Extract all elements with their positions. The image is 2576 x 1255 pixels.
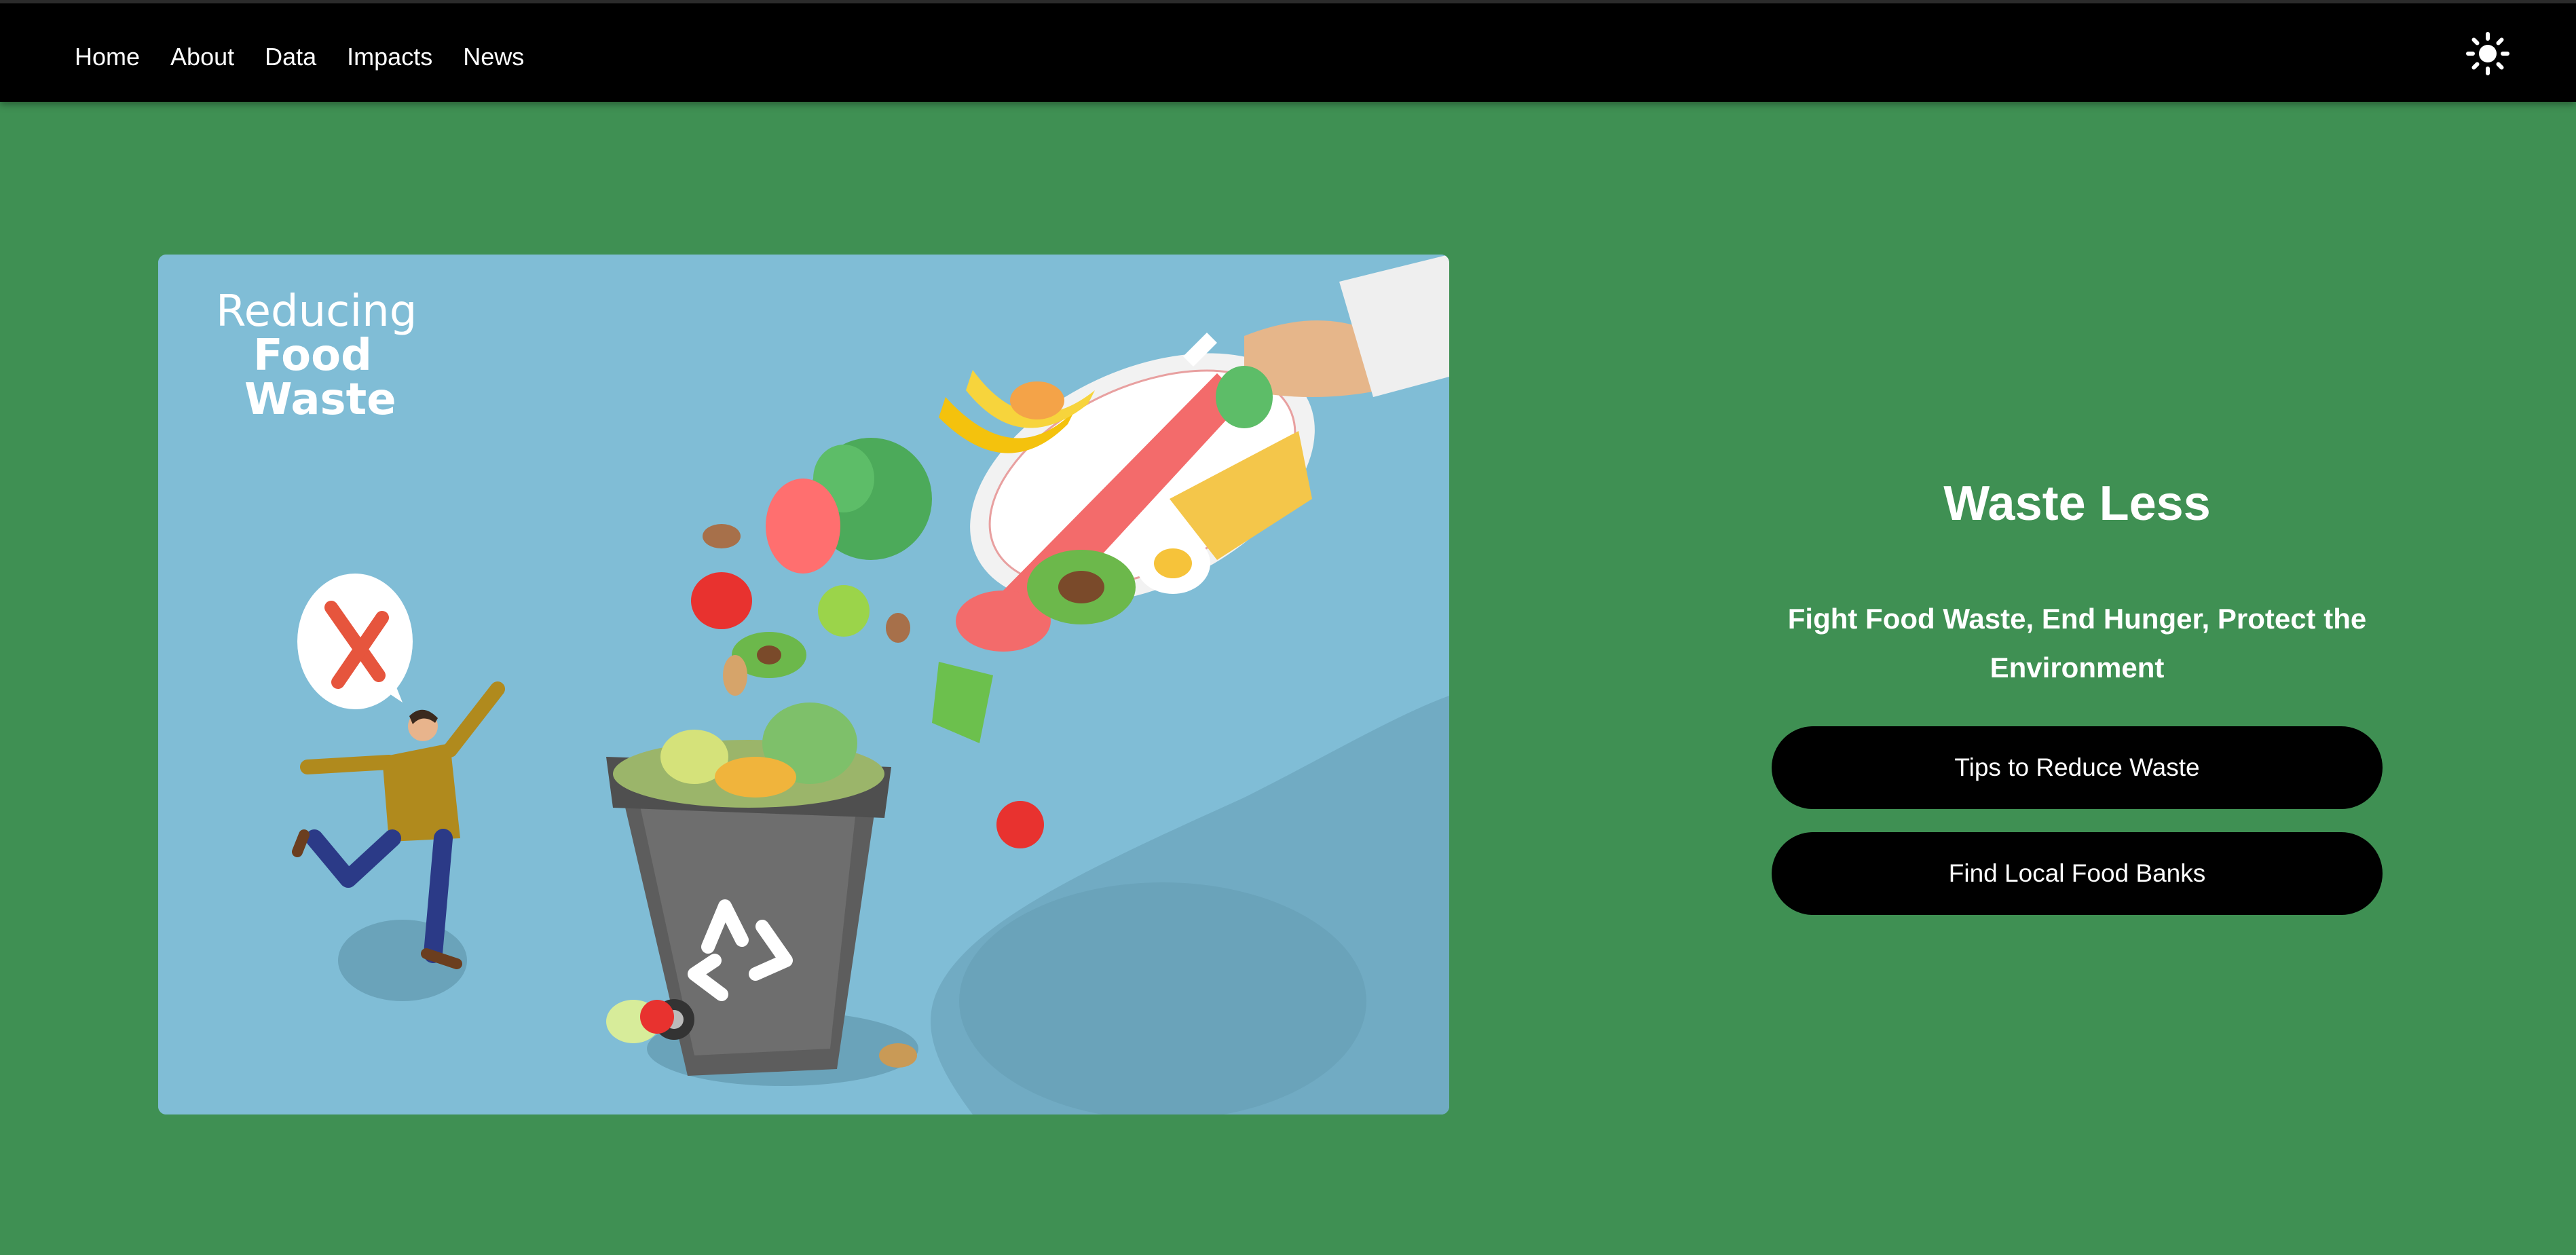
nav-link-home[interactable]: Home (75, 43, 140, 71)
illustration-title-line2: Food (253, 331, 372, 381)
hero-heading: Waste Less (1943, 476, 2211, 531)
nav-link-about[interactable]: About (170, 43, 234, 71)
top-navigation-bar: Home About Data Impacts News (0, 0, 2576, 102)
nav-link-news[interactable]: News (463, 43, 524, 71)
illustration-svg: Reducing Food Waste (158, 255, 1449, 1114)
reducing-food-waste-illustration: Reducing Food Waste (158, 255, 1449, 1114)
nav-link-data[interactable]: Data (265, 43, 316, 71)
no-waste-speech-bubble (297, 574, 413, 709)
tips-to-reduce-waste-button[interactable]: Tips to Reduce Waste (1772, 726, 2383, 809)
find-local-food-banks-button[interactable]: Find Local Food Banks (1772, 832, 2383, 915)
sun-icon (2466, 32, 2509, 75)
hero-tagline: Fight Food Waste, End Hunger, Protect th… (1787, 603, 2367, 683)
illustration-title-line3: Waste (244, 375, 396, 425)
nav-link-impacts[interactable]: Impacts (347, 43, 432, 71)
theme-toggle-button[interactable] (2466, 32, 2509, 75)
illustration-title-line1: Reducing (216, 286, 417, 337)
main-nav: Home About Data Impacts News (75, 43, 524, 71)
hero-call-to-action: Waste Less Fight Food Waste, End Hunger,… (1758, 475, 2396, 938)
